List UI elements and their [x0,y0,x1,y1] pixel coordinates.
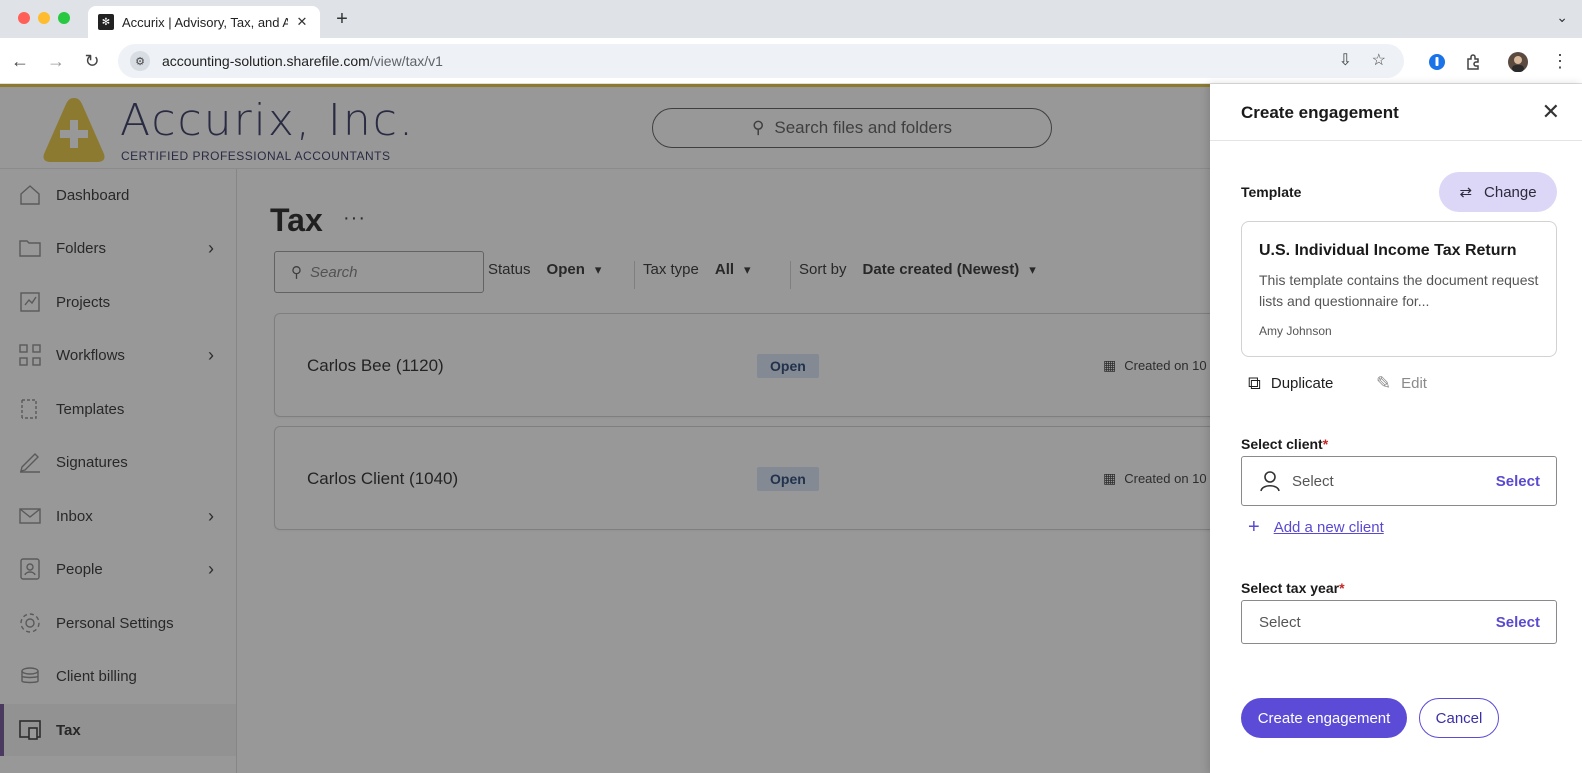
browser-tab-bar: ✻ Accurix | Advisory, Tax, and A ✕ + ⌄ [0,0,1582,38]
forward-arrow-icon[interactable]: → [44,49,68,73]
template-card: U.S. Individual Income Tax Return This t… [1241,221,1557,357]
site-favicon-icon: ✻ [98,14,114,30]
edit-label: Edit [1401,375,1427,392]
close-icon[interactable]: ✕ [1542,99,1560,125]
plus-icon: + [1248,516,1260,538]
change-template-button[interactable]: ⇄ Change [1439,172,1557,212]
select-tax-year-button[interactable]: Select [1496,614,1540,631]
app-root: Accurix, Inc. CERTIFIED PROFESSIONAL ACC… [0,84,1582,773]
bookmark-star-icon[interactable]: ☆ [1372,50,1386,70]
window-close-button[interactable] [18,12,30,24]
tab-search-icon[interactable]: ⌄ [1556,9,1568,26]
install-app-icon[interactable]: ⇩ [1339,50,1352,70]
select-client-field[interactable]: Select Select [1241,456,1557,506]
browser-menu-icon[interactable]: ⋮ [1548,49,1572,73]
browser-toolbar: ← → ↻ ⚙ accounting-solution.sharefile.co… [0,38,1582,84]
modal-backdrop[interactable] [0,84,1210,773]
new-tab-button[interactable]: + [330,8,354,32]
swap-icon: ⇄ [1459,184,1473,201]
template-description: This template contains the document requ… [1259,272,1539,309]
add-new-client-label: Add a new client [1273,519,1384,536]
url-host: accounting-solution.sharefile.com [162,53,370,69]
panel-header: Create engagement ✕ [1210,84,1582,141]
select-tax-year-field[interactable]: Select Select [1241,600,1557,644]
window-zoom-button[interactable] [58,12,70,24]
person-icon [1260,471,1280,492]
cancel-button[interactable]: Cancel [1419,698,1499,738]
duplicate-label: Duplicate [1270,375,1334,392]
client-placeholder: Select [1292,472,1334,490]
url-path: /view/tax/v1 [369,53,443,69]
tab-close-icon[interactable]: ✕ [294,14,310,30]
template-author: Amy Johnson [1259,324,1332,338]
address-bar[interactable]: ⚙ accounting-solution.sharefile.com/view… [118,44,1404,78]
add-new-client-link[interactable]: + Add a new client [1248,516,1384,539]
duplicate-icon: ⧉ [1248,373,1261,393]
tax-year-placeholder: Select [1259,613,1301,631]
create-engagement-panel: Create engagement ✕ Template ⇄ Change U.… [1210,84,1582,773]
tab-title: Accurix | Advisory, Tax, and A [122,14,288,30]
back-arrow-icon[interactable]: ← [8,49,32,73]
profile-avatar-icon[interactable] [1508,52,1528,72]
browser-tab[interactable]: ✻ Accurix | Advisory, Tax, and A ✕ [88,6,320,38]
password-manager-icon[interactable] [1428,53,1446,71]
reload-icon[interactable]: ↻ [80,49,104,73]
edit-template-button[interactable]: ✎ Edit [1376,373,1427,394]
template-name: U.S. Individual Income Tax Return [1259,242,1517,259]
extensions-puzzle-icon[interactable] [1465,53,1483,71]
change-template-label: Change [1484,183,1537,201]
window-minimize-button[interactable] [38,12,50,24]
panel-title: Create engagement [1241,103,1399,122]
site-info-icon[interactable]: ⚙ [130,51,150,71]
duplicate-template-button[interactable]: ⧉ Duplicate [1248,373,1333,394]
create-engagement-button[interactable]: Create engagement [1241,698,1407,738]
select-client-button[interactable]: Select [1496,473,1540,490]
template-label: Template [1241,184,1302,200]
select-client-label: Select client* [1241,436,1329,452]
pencil-icon: ✎ [1376,373,1392,393]
select-tax-year-label: Select tax year* [1241,580,1345,596]
